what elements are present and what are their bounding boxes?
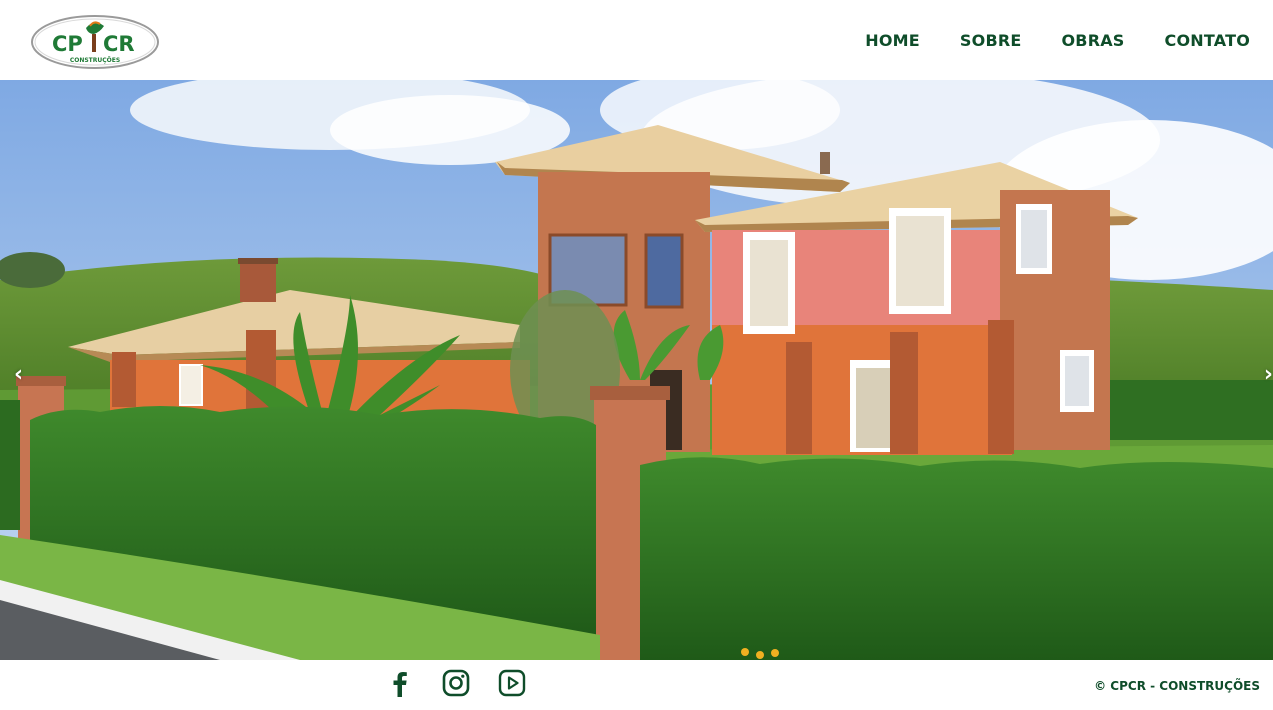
carousel-prev-arrow[interactable]: ‹ — [14, 362, 23, 387]
nav-contato[interactable]: CONTATO — [1165, 31, 1250, 50]
nav-home[interactable]: HOME — [865, 31, 920, 50]
nav-sobre[interactable]: SOBRE — [960, 31, 1022, 50]
social-links — [385, 668, 527, 698]
logo-text-right: CR — [103, 32, 135, 56]
facebook-icon[interactable] — [385, 668, 415, 698]
instagram-icon[interactable] — [441, 668, 471, 698]
logo-text-left: CP — [52, 32, 83, 56]
hero-house-image — [0, 80, 1273, 660]
hero-carousel: ‹ › — [0, 80, 1273, 660]
site-footer: © CPCR - CONSTRUÇÕES — [0, 660, 1273, 710]
main-nav: HOME SOBRE OBRAS CONTATO — [865, 0, 1250, 80]
youtube-icon[interactable] — [497, 668, 527, 698]
copyright-text: © CPCR - CONSTRUÇÕES — [1094, 679, 1260, 693]
logo-subtext: CONSTRUÇÕES — [70, 57, 120, 64]
carousel-next-arrow[interactable]: › — [1264, 362, 1273, 387]
site-header: CP CR CONSTRUÇÕES HOME SOBRE OBRAS CONTA… — [0, 0, 1273, 80]
cpcr-logo[interactable]: CP CR CONSTRUÇÕES — [30, 14, 160, 70]
nav-obras[interactable]: OBRAS — [1062, 31, 1125, 50]
